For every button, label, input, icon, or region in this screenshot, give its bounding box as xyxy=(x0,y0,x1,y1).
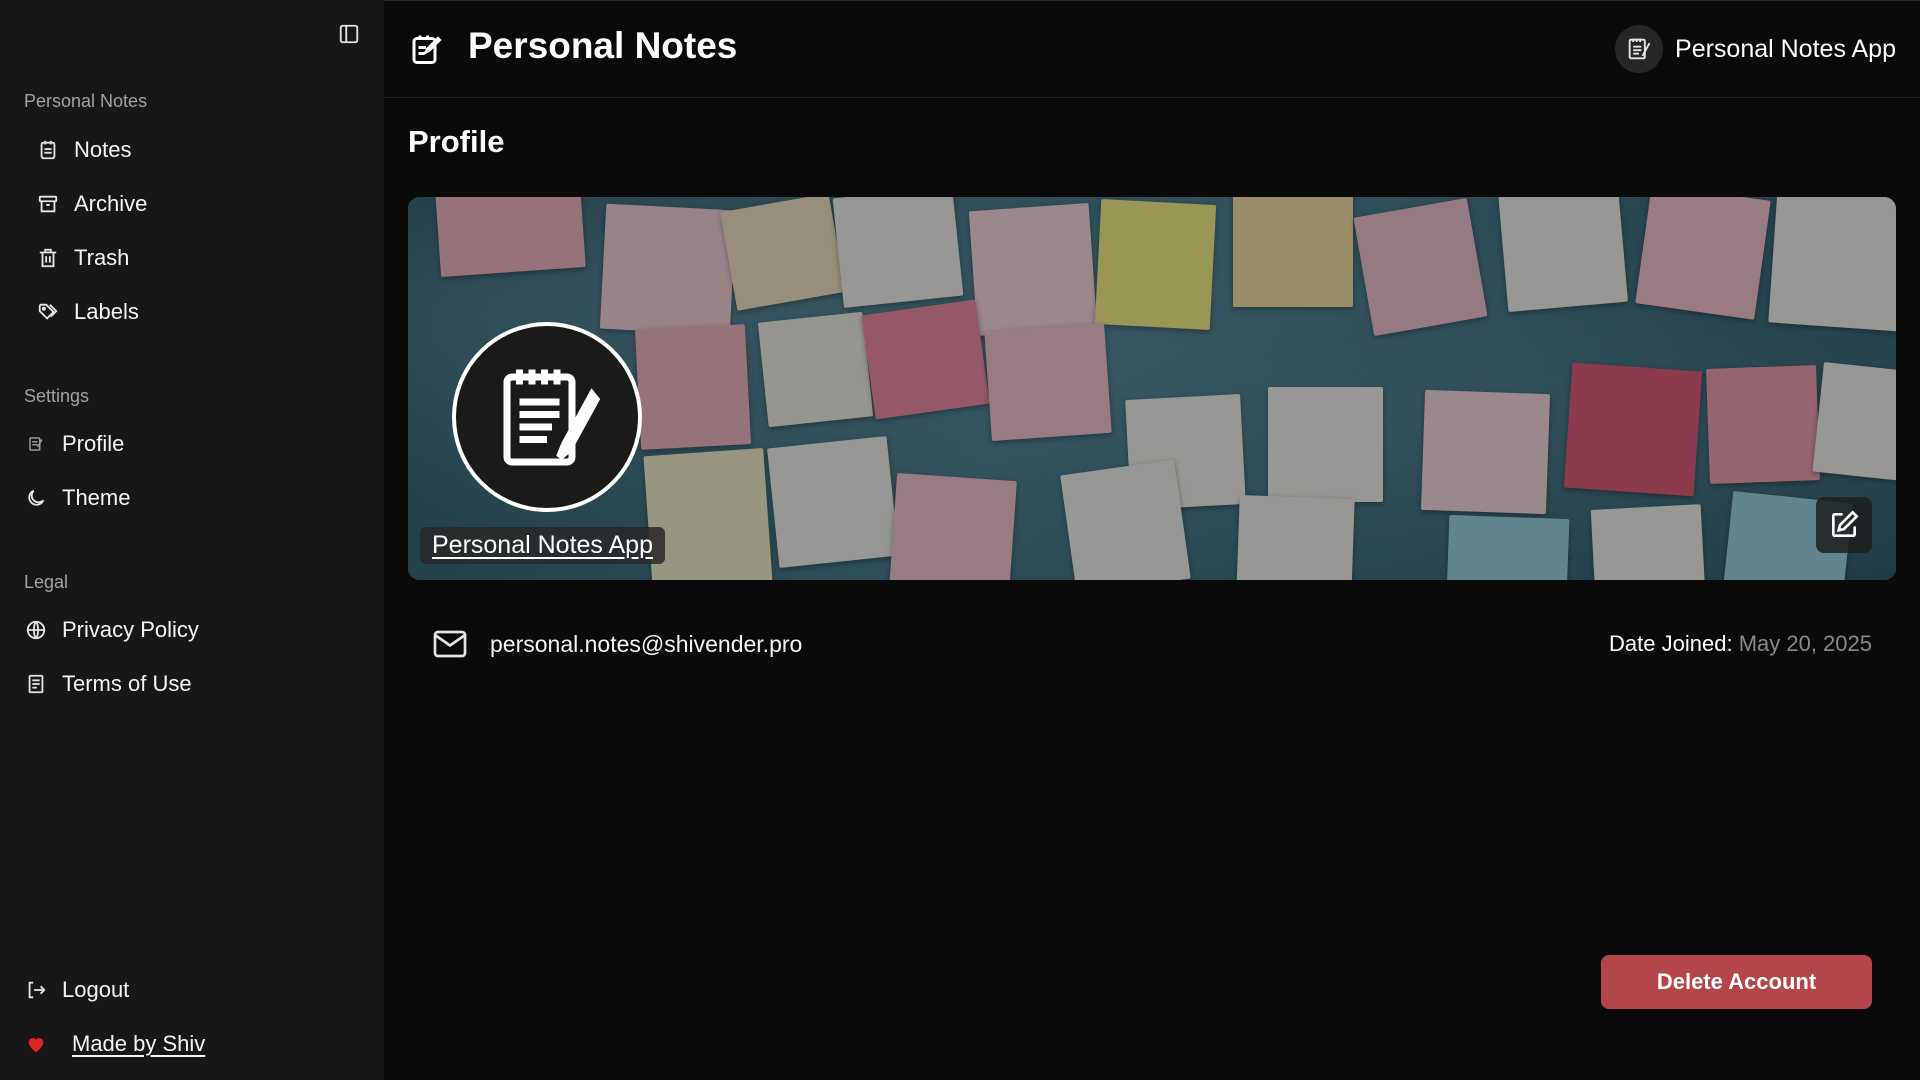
notes-icon xyxy=(36,138,60,162)
date-joined-label: Date Joined: xyxy=(1609,631,1733,656)
sidebar-group-settings: Settings xyxy=(24,386,90,406)
sidebar: Personal Notes Notes Archive Trash Label… xyxy=(0,0,384,1080)
sidebar-item-theme[interactable]: Theme xyxy=(24,478,360,518)
tags-icon xyxy=(36,300,60,324)
sidebar-item-archive[interactable]: Archive xyxy=(36,184,360,224)
notepad-icon xyxy=(503,369,601,466)
trash-icon xyxy=(36,246,60,270)
top-bar: Personal Notes Personal Notes App xyxy=(384,1,1920,98)
sidebar-item-label: Theme xyxy=(62,485,131,510)
sidebar-item-label: Archive xyxy=(74,191,148,216)
date-joined: Date Joined: May 20, 2025 xyxy=(1609,631,1872,657)
sidebar-item-trash[interactable]: Trash xyxy=(36,238,360,278)
sidebar-item-terms-of-use[interactable]: Terms of Use xyxy=(24,664,360,704)
mail-icon xyxy=(433,630,467,658)
sidebar-item-made-by[interactable]: Made by Shiv xyxy=(24,1024,360,1064)
user-menu[interactable]: Personal Notes App xyxy=(1615,25,1896,73)
archive-icon xyxy=(36,192,60,216)
logout-icon xyxy=(24,978,48,1002)
sidebar-item-notes[interactable]: Notes xyxy=(36,130,360,170)
sidebar-item-label: Terms of Use xyxy=(62,671,192,696)
profile-name-link[interactable]: Personal Notes App xyxy=(420,527,665,564)
profile-avatar xyxy=(452,322,642,512)
email-value: personal.notes@shivender.pro xyxy=(490,630,803,657)
moon-icon xyxy=(24,486,48,510)
sidebar-group-personal-notes: Personal Notes xyxy=(24,91,148,111)
sidebar-item-label: Labels xyxy=(74,299,139,324)
sidebar-item-label: Logout xyxy=(62,977,130,1002)
globe-lock-icon xyxy=(24,618,48,642)
edit-note-icon xyxy=(408,30,444,68)
email-row: personal.notes@shivender.pro xyxy=(432,629,802,659)
sidebar-item-label: Privacy Policy xyxy=(62,617,199,642)
made-by-link[interactable]: Made by Shiv xyxy=(72,1031,205,1057)
sidebar-item-label: Profile xyxy=(62,431,125,456)
date-joined-value: May 20, 2025 xyxy=(1738,631,1872,656)
notepad-icon xyxy=(24,432,48,456)
sidebar-item-labels[interactable]: Labels xyxy=(36,292,360,332)
sidebar-group-legal: Legal xyxy=(24,572,69,592)
user-name: Personal Notes App xyxy=(1675,34,1896,63)
notepad-icon xyxy=(1628,38,1651,60)
sidebar-item-privacy-policy[interactable]: Privacy Policy xyxy=(24,610,360,650)
sidebar-item-label: Trash xyxy=(74,245,130,270)
profile-banner: Personal Notes App xyxy=(408,197,1896,580)
edit-icon xyxy=(1832,510,1859,537)
document-icon xyxy=(24,672,48,696)
main-content: Personal Notes Personal Notes App Profil… xyxy=(384,0,1920,1080)
delete-account-button[interactable]: Delete Account xyxy=(1601,955,1872,1009)
sidebar-item-logout[interactable]: Logout xyxy=(24,970,360,1010)
sidebar-item-label: Notes xyxy=(74,137,132,162)
app-title: Personal Notes xyxy=(468,25,738,66)
heart-icon xyxy=(24,1032,48,1056)
edit-profile-button[interactable] xyxy=(1816,497,1872,553)
app-root: Personal Notes Notes Archive Trash Label… xyxy=(0,0,1920,1080)
sidebar-toggle-button[interactable] xyxy=(337,22,361,46)
sidebar-panel-icon xyxy=(339,24,359,44)
sidebar-item-profile[interactable]: Profile xyxy=(24,424,360,464)
page-title: Profile xyxy=(408,124,505,159)
avatar xyxy=(1615,25,1664,73)
